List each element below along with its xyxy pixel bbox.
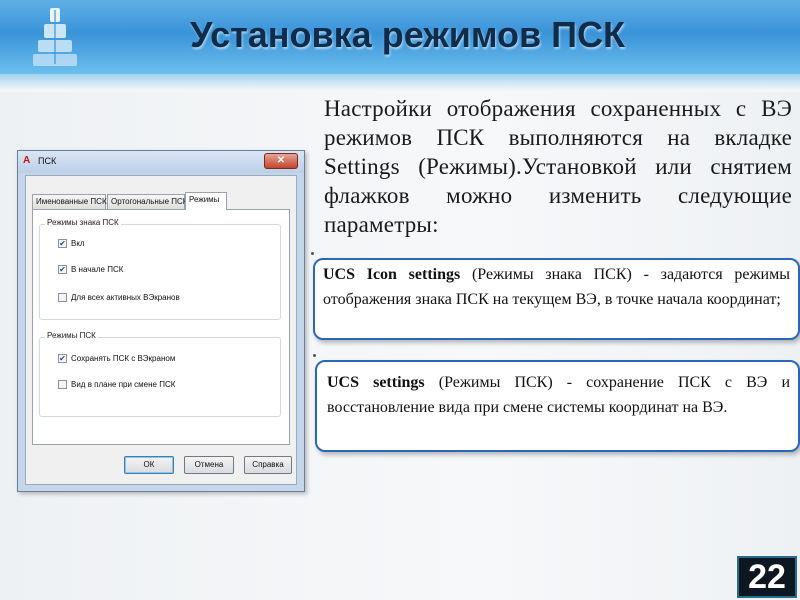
dialog-title: ПСК [38, 156, 57, 166]
cancel-button[interactable]: Отмена [184, 456, 234, 474]
option-label: Вкл [71, 239, 85, 248]
option-label: Для всех активных ВЭкранов [71, 293, 180, 302]
option-label: Сохранять ПСК с ВЭкраном [71, 354, 176, 363]
intro-paragraph: Настройки отображения сохраненных с ВЭ р… [324, 96, 792, 237]
dialog-body: Именованные ПСК Ортогональные ПСК Режимы… [25, 175, 297, 485]
ucs-dialog: A ПСК ✕ Именованные ПСК Ортогональные ПС… [17, 150, 305, 492]
header-banner: Установка режимов ПСК [0, 0, 800, 74]
callout-term: UCS settings [327, 374, 425, 391]
checkbox-at-ucs-origin[interactable]: ✔ [58, 265, 67, 274]
close-button[interactable]: ✕ [264, 153, 298, 169]
checkbox-all-viewports[interactable] [58, 293, 67, 302]
group-label: Режимы ПСК [45, 331, 98, 340]
tab-named-ucs[interactable]: Именованные ПСК [32, 194, 107, 209]
option-label: Вид в плане при смене ПСК [71, 380, 176, 389]
bullet-dot [311, 252, 314, 255]
header-shine [0, 74, 800, 90]
group-label: Режимы знака ПСК [45, 218, 121, 227]
page-title: Установка режимов ПСК [190, 14, 626, 55]
autocad-app-icon: A [23, 155, 31, 166]
option-label: В начале ПСК [71, 265, 124, 274]
tab-settings[interactable]: Режимы [185, 192, 227, 210]
callout-ucs-settings: UCS settings (Режимы ПСК) - сохранение П… [315, 360, 800, 452]
group-ucs-settings: Режимы ПСК ✔ Сохранять ПСК с ВЭкраном Ви… [39, 331, 281, 417]
settings-panel: Режимы знака ПСК ✔ Вкл ✔ В начале ПСК Дл… [32, 209, 290, 445]
checkbox-on[interactable]: ✔ [58, 239, 67, 248]
callout-term: UCS Icon settings [323, 266, 461, 283]
logo-icon [33, 8, 77, 66]
dialog-titlebar[interactable]: A ПСК ✕ [18, 151, 304, 173]
page-number: 22 [737, 556, 797, 598]
checkbox-save-ucs-with-viewport[interactable]: ✔ [58, 354, 67, 363]
callout-ucs-icon-settings: UCS Icon settings (Режимы знака ПСК) - з… [313, 258, 800, 340]
group-ucs-icon-settings: Режимы знака ПСК ✔ Вкл ✔ В начале ПСК Дл… [39, 218, 281, 320]
bullet-dot [313, 354, 316, 357]
ok-button[interactable]: ОК [124, 456, 174, 474]
tab-orthographic-ucs[interactable]: Ортогональные ПСК [107, 194, 187, 209]
checkbox-plan-view-on-ucs-change[interactable] [58, 380, 67, 389]
help-button[interactable]: Справка [244, 456, 292, 474]
